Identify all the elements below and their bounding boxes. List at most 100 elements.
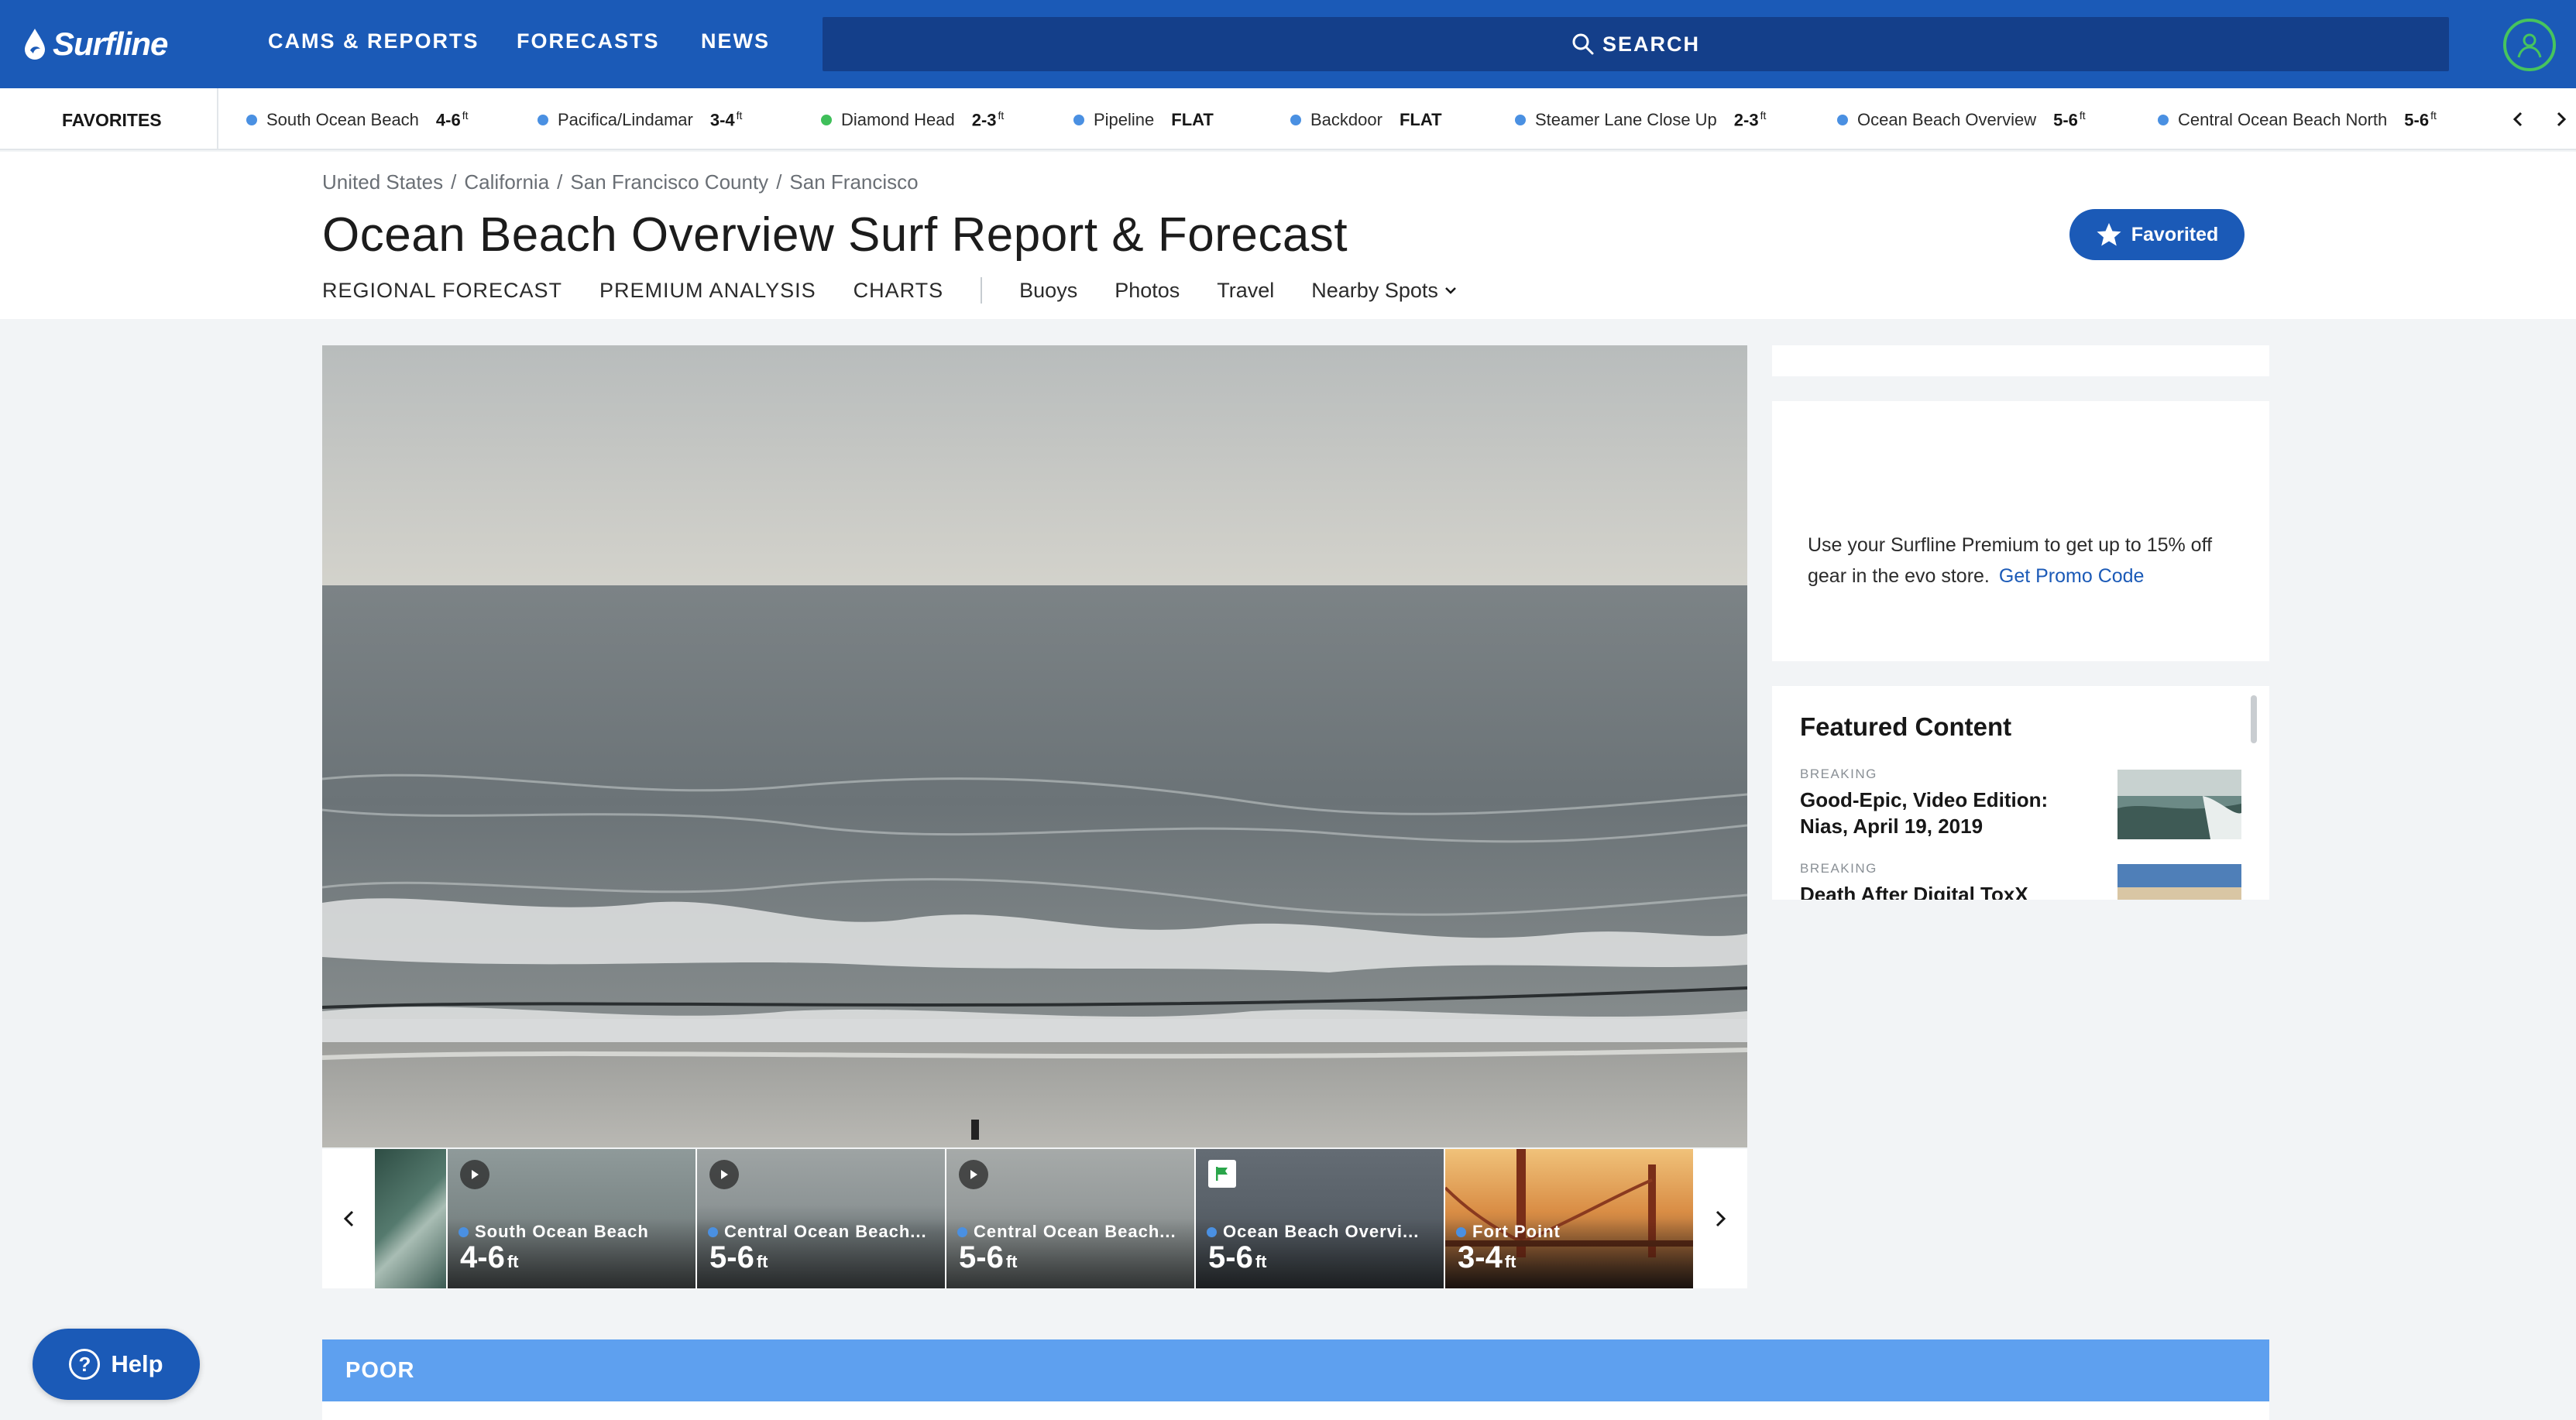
cam-thumbnail[interactable]: Central Ocean Beach... 5-6 ft [697,1149,945,1288]
favorite-item[interactable]: Pacifica/Lindamar 3-4 ft [538,108,742,132]
favorite-height: 2-3 ft [971,109,1005,130]
featured-scrollbar[interactable] [2251,695,2257,743]
search-icon [1572,33,1594,55]
subnav-charts[interactable]: CHARTS [854,279,944,303]
cam-carousel: South Ocean Beach 4-6 ft Central Ocean Be… [322,1149,1747,1288]
subnav-divider [981,277,983,304]
favorite-height: 5-6 ft [2404,109,2437,130]
subnav-premium-analysis[interactable]: PREMIUM ANALYSIS [599,279,816,303]
promo-code-link[interactable]: Get Promo Code [1999,565,2145,587]
favorite-name: South Ocean Beach [266,110,419,129]
cam-height: 3-4 ft [1458,1240,1516,1274]
featured-headline: Death After Digital ToxX [1800,883,2028,900]
featured-title: Featured Content [1800,712,2012,741]
cam-height: 5-6 ft [1208,1240,1267,1274]
nav-cams-reports[interactable]: CAMS & REPORTS [268,29,479,53]
breadcrumb-county[interactable]: San Francisco County [570,170,768,194]
chevron-left-icon [343,1210,354,1227]
carousel-prev-button[interactable] [322,1149,376,1288]
favorite-height: 4-6 ft [435,109,469,130]
play-icon [709,1160,739,1189]
condition-dot [1290,115,1301,125]
help-label: Help [111,1350,163,1377]
favorite-item[interactable]: Backdoor FLAT [1290,108,1442,132]
cam-thumbnail[interactable]: Central Ocean Beach... 5-6 ft [946,1149,1194,1288]
subnav-buoys[interactable]: Buoys [1019,279,1077,303]
spot-subnav: REGIONAL FORECAST PREMIUM ANALYSIS CHART… [322,277,1458,304]
nearby-spots-label: Nearby Spots [1311,278,1438,302]
featured-thumbnail[interactable] [2117,770,2241,839]
condition-dot [1073,115,1084,125]
favorites-next-button[interactable] [2545,104,2576,135]
subnav-travel[interactable]: Travel [1217,279,1274,303]
favorite-item[interactable]: Steamer Lane Close Up 2-3 ft [1515,108,1766,132]
ad-slot [1772,345,2269,376]
favorites-divider [217,88,218,149]
cam-height: 5-6 ft [709,1240,768,1274]
cam-name: Ocean Beach Overvi... [1207,1222,1436,1242]
condition-dot [1837,115,1848,125]
account-button[interactable] [2503,19,2556,71]
condition-dot [1515,115,1526,125]
subnav-nearby-spots[interactable]: Nearby Spots [1311,279,1458,303]
logo-wordmark: Surfline [53,26,168,62]
favorite-item[interactable]: Pipeline FLAT [1073,108,1214,132]
condition-bar: POOR [322,1339,2269,1401]
subnav-photos[interactable]: Photos [1115,279,1180,303]
featured-headline: Good-Epic, Video Edition: Nias, April 19… [1800,788,2049,838]
surf-cam-image [322,345,1747,1147]
cam-player[interactable] [322,345,1747,1147]
favorite-item[interactable]: Central Ocean Beach North 5-6 ft [2158,108,2437,132]
favorite-item[interactable]: Diamond Head 2-3 ft [821,108,1004,132]
search-bar[interactable]: SEARCH [823,17,2449,71]
featured-content: Featured Content BREAKING Good-Epic, Vid… [1772,686,2269,900]
flag-icon [1208,1160,1236,1188]
chevron-right-icon [2557,111,2567,127]
breadcrumb-separator: / [776,170,782,194]
favorites-prev-button[interactable] [2503,104,2534,135]
condition-dot [821,115,832,125]
page-title: Ocean Beach Overview Surf Report & Forec… [322,208,1348,262]
favorite-height: 3-4 ft [709,109,743,130]
favorite-name: Diamond Head [841,110,955,129]
search-label: SEARCH [1602,32,1700,56]
surfline-logo[interactable]: Surfline [22,22,168,67]
favorite-name: Pacifica/Lindamar [558,110,693,129]
favorited-label: Favorited [2131,223,2219,245]
cam-thumbnail[interactable]: South Ocean Beach 4-6 ft [448,1149,696,1288]
nav-news[interactable]: NEWS [701,29,770,53]
drop-icon [25,29,45,60]
report-body [322,1401,2269,1420]
breadcrumb-country[interactable]: United States [322,170,443,194]
promo-text: Use your Surfline Premium to get up to 1… [1808,530,2241,592]
subnav-regional-forecast[interactable]: REGIONAL FORECAST [322,279,562,303]
cam-name: Central Ocean Beach... [708,1222,937,1242]
breadcrumb-city[interactable]: San Francisco [789,170,918,194]
favorited-button[interactable]: Favorited [2069,209,2245,260]
cam-thumbnail-partial[interactable] [375,1149,446,1288]
play-icon [460,1160,489,1189]
help-button[interactable]: ? Help [33,1329,200,1400]
nav-forecasts[interactable]: FORECASTS [517,29,660,53]
featured-thumbnail[interactable] [2117,864,2241,900]
cam-thumbnail[interactable]: Fort Point 3-4 ft [1445,1149,1693,1288]
chevron-left-icon [2512,111,2523,127]
breadcrumb-separator: / [451,170,457,194]
favorite-item[interactable]: Ocean Beach Overview 5-6 ft [1837,108,2086,132]
condition-dot [538,115,548,125]
breadcrumb: United States / California / San Francis… [322,170,919,194]
carousel-next-button[interactable] [1693,1149,1747,1288]
favorite-name: Pipeline [1094,110,1155,129]
cam-height: 5-6 ft [959,1240,1018,1274]
favorites-bar: FAVORITES South Ocean Beach 4-6 ft Pacifi… [0,88,2576,150]
user-icon [2517,33,2542,58]
promo-card: Use your Surfline Premium to get up to 1… [1772,401,2269,661]
favorites-label: FAVORITES [62,110,162,130]
cam-thumbnail[interactable]: Ocean Beach Overvi... 5-6 ft [1196,1149,1444,1288]
favorite-name: Backdoor [1310,110,1382,129]
favorite-item[interactable]: South Ocean Beach 4-6 ft [246,108,469,132]
wave-image [2117,770,2241,839]
breadcrumb-state[interactable]: California [464,170,549,194]
cam-name: Central Ocean Beach... [957,1222,1187,1242]
favorite-name: Steamer Lane Close Up [1535,110,1717,129]
